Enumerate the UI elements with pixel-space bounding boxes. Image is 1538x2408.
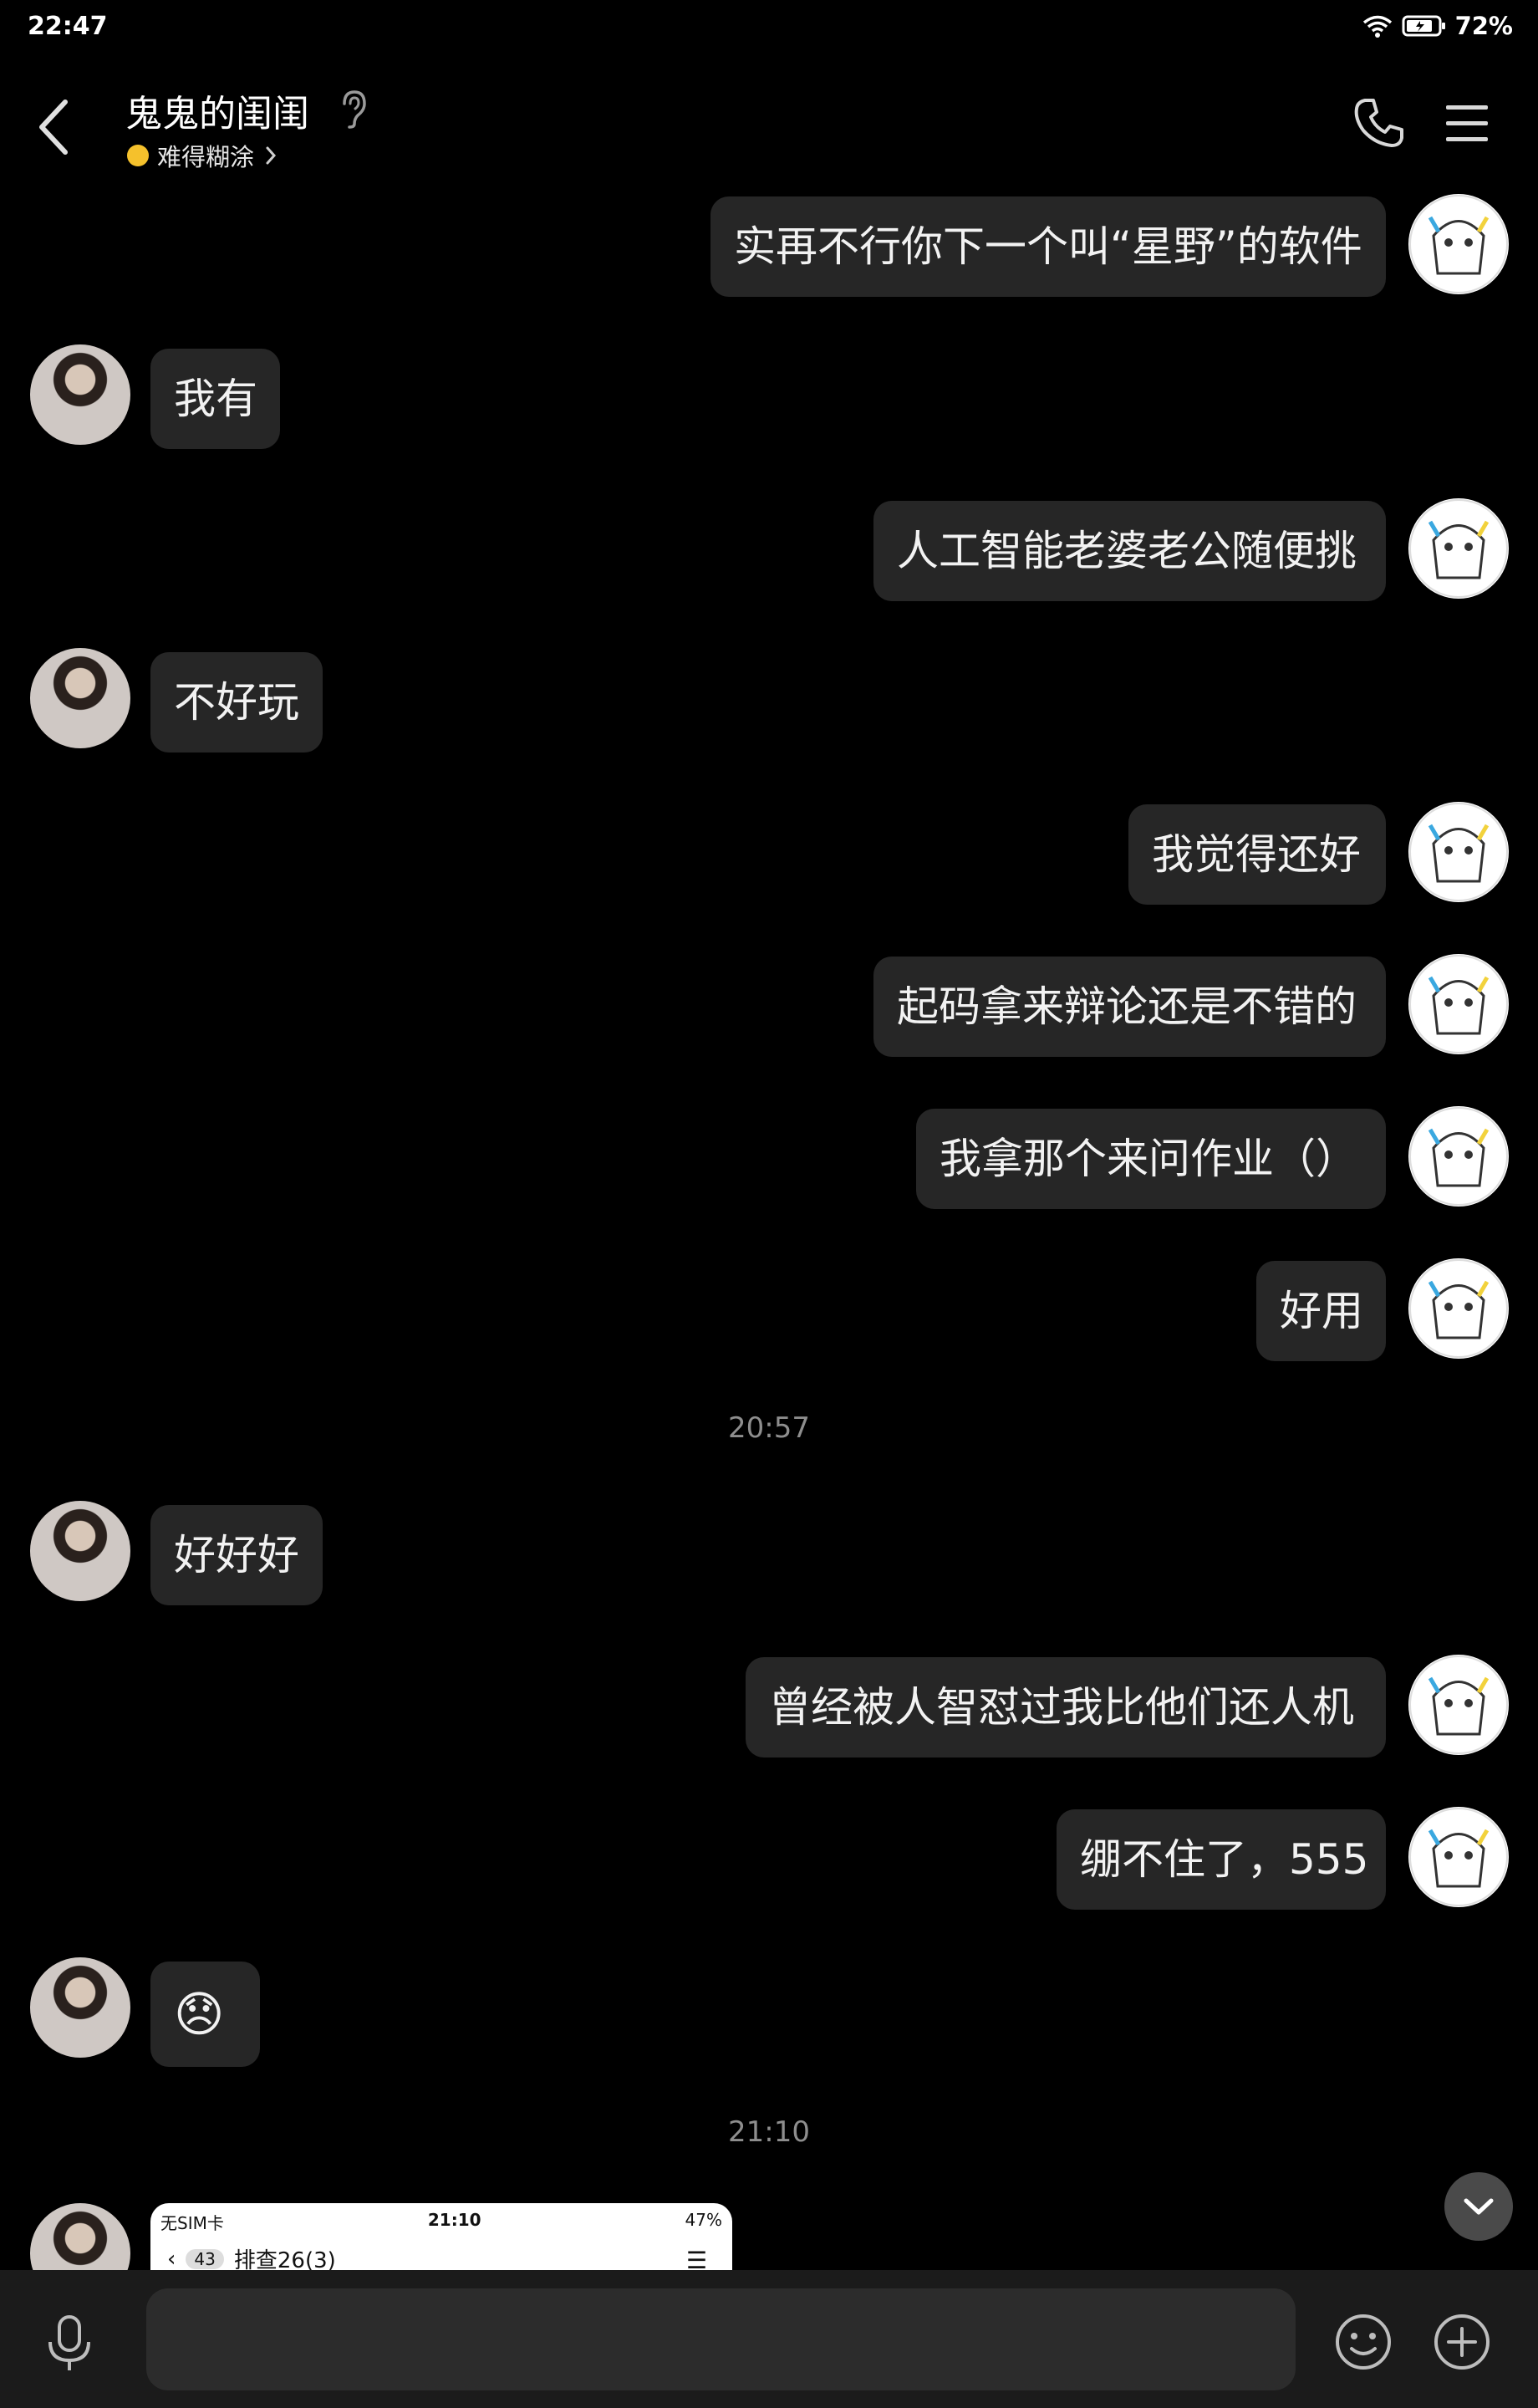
contact-avatar[interactable] — [30, 344, 130, 445]
microphone-icon — [48, 2315, 90, 2370]
my-avatar[interactable] — [1408, 194, 1509, 294]
chat-header: 鬼鬼的闺闺 难得糊涂 — [0, 59, 1538, 192]
message-bubble[interactable]: 我有 — [150, 349, 280, 449]
chevron-left-icon — [39, 99, 68, 155]
smiley-icon — [1336, 2314, 1391, 2370]
image-back-icon: ‹ — [167, 2246, 176, 2271]
image-menu-icon: ☰ — [685, 2247, 707, 2270]
input-bar — [0, 2270, 1538, 2408]
emoji-button[interactable] — [1333, 2312, 1393, 2372]
message-bubble[interactable]: 人工智能老婆老公随便挑 — [873, 501, 1386, 601]
message-bubble[interactable]: 好用 — [1256, 1261, 1386, 1361]
my-avatar[interactable] — [1408, 1807, 1509, 1907]
chat-title[interactable]: 鬼鬼的闺闺 — [125, 84, 309, 137]
message-bubble[interactable]: 我拿那个来问作业（） — [916, 1109, 1386, 1209]
phone-icon — [1354, 99, 1403, 147]
status-icons: 72% — [1362, 12, 1513, 40]
message-bubble[interactable]: 好好好 — [150, 1505, 323, 1605]
my-avatar[interactable] — [1408, 1655, 1509, 1755]
plus-circle-icon — [1434, 2314, 1490, 2370]
contact-avatar[interactable] — [30, 1957, 130, 2058]
call-button[interactable] — [1350, 94, 1408, 152]
image-nav-row: ‹ 43 排查26(3) — [167, 2243, 336, 2271]
image-battery: 47% — [685, 2210, 722, 2230]
menu-button[interactable] — [1442, 100, 1492, 147]
message-bubble[interactable]: 实再不行你下一个叫“星野”的软件 — [710, 196, 1386, 297]
back-button[interactable] — [30, 94, 80, 161]
message-input[interactable] — [146, 2288, 1296, 2390]
battery-percent: 72% — [1454, 12, 1513, 40]
battery-icon — [1402, 15, 1445, 37]
chevron-right-icon — [266, 146, 277, 165]
timestamp-separator: 21:10 — [728, 2115, 810, 2149]
mood-text: 难得糊涂 — [157, 143, 255, 171]
voice-input-button[interactable] — [43, 2314, 95, 2374]
scroll-to-bottom-button[interactable] — [1444, 2172, 1513, 2241]
message-bubble[interactable]: 绷不住了，555 — [1057, 1809, 1386, 1910]
message-bubble-emoji[interactable]: 😞 — [150, 1962, 260, 2067]
contact-avatar[interactable] — [30, 1501, 130, 1601]
image-time: 21:10 — [427, 2210, 481, 2230]
my-avatar[interactable] — [1408, 1258, 1509, 1359]
contact-avatar[interactable] — [30, 2203, 130, 2270]
chevron-down-icon — [1464, 2198, 1494, 2215]
status-mood-row[interactable]: 难得糊涂 — [127, 138, 279, 173]
message-bubble[interactable]: 起码拿来辩论还是不错的 — [873, 957, 1386, 1057]
message-bubble[interactable]: 我觉得还好 — [1128, 804, 1386, 905]
image-message[interactable]: 无SIM卡 21:10 47% ‹ 43 排查26(3) ☰ — [150, 2203, 732, 2270]
ear-icon — [343, 90, 366, 129]
image-back-count: 43 — [186, 2248, 224, 2269]
more-options-button[interactable] — [1432, 2312, 1492, 2372]
my-avatar[interactable] — [1408, 802, 1509, 902]
contact-avatar[interactable] — [30, 648, 130, 748]
hamburger-menu-icon — [1446, 105, 1488, 141]
my-avatar[interactable] — [1408, 954, 1509, 1054]
status-time: 22:47 — [28, 12, 108, 41]
image-carrier: 无SIM卡 — [160, 2213, 224, 2233]
image-status-row: 无SIM卡 21:10 47% — [160, 2210, 722, 2234]
my-avatar[interactable] — [1408, 1106, 1509, 1207]
message-bubble[interactable]: 曾经被人智怼过我比他们还人机 — [746, 1657, 1386, 1758]
my-avatar[interactable] — [1408, 498, 1509, 599]
image-title: 排查26(3) — [233, 2248, 336, 2270]
timestamp-separator: 20:57 — [728, 1411, 810, 1445]
status-bar: 22:47 72% — [0, 0, 1538, 59]
message-bubble[interactable]: 不好玩 — [150, 652, 323, 752]
mood-emoji-icon — [127, 145, 149, 166]
message-list[interactable]: 实再不行你下一个叫“星野”的软件 我有 人工智能老婆老公随便挑 不好玩 我觉得还… — [0, 192, 1538, 2270]
wifi-icon — [1362, 15, 1392, 38]
